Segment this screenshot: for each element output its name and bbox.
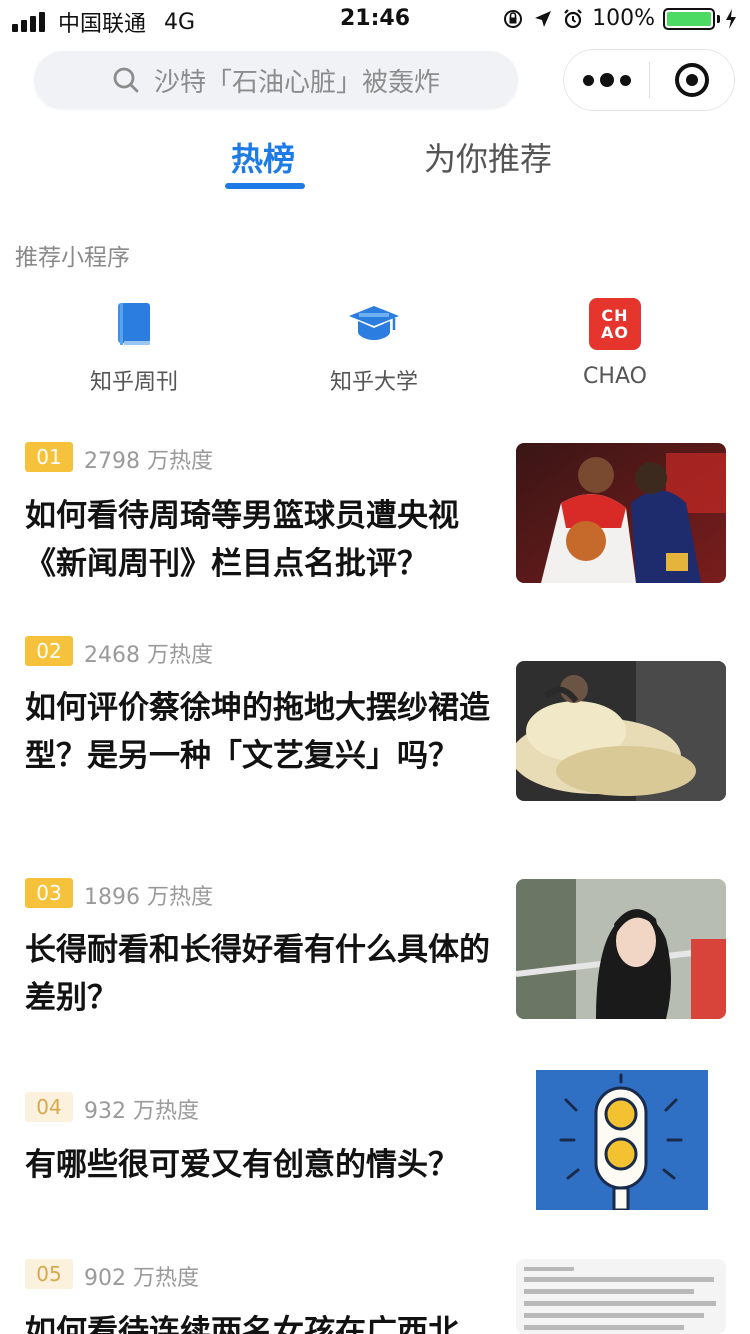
status-right: 100% <box>494 6 738 31</box>
heat-count: 1896 万热度 <box>84 885 213 910</box>
mini-program-chao[interactable]: CH AO CHAO <box>545 296 685 389</box>
heat-count: 902 万热度 <box>84 1266 199 1291</box>
rank-badge: 02 <box>25 636 73 666</box>
battery-tip <box>717 14 720 23</box>
location-arrow-icon <box>535 10 552 27</box>
search-icon <box>113 67 139 93</box>
portrait-photo <box>516 879 726 1019</box>
book-icon <box>118 303 150 345</box>
mini-program-label: 知乎周刊 <box>89 370 178 395</box>
search-bar[interactable]: 沙特「石油心脏」被轰炸 <box>34 51 518 109</box>
basketball-photo <box>516 443 726 583</box>
item-title: 如何看待周琦等男篮球员遭央视《新闻周刊》栏目点名批评？ <box>25 498 459 582</box>
mini-program-label: 知乎大学 <box>329 370 418 395</box>
heat-count: 2798 万热度 <box>84 449 213 474</box>
battery-percent: 100% <box>592 6 655 31</box>
chao-logo: CH AO <box>589 298 641 350</box>
mini-programs-title: 推荐小程序 <box>15 245 130 271</box>
more-dots-icon[interactable] <box>564 49 649 111</box>
charging-icon <box>726 8 736 29</box>
search-placeholder: 沙特「石油心脏」被轰炸 <box>154 67 441 98</box>
status-bar: 中国联通 4G 21:46 100% <box>0 0 750 42</box>
item-title: 如何评价蔡徐坤的拖地大摆纱裙造型？是另一种「文艺复兴」吗？ <box>25 690 490 774</box>
heat-count: 2468 万热度 <box>84 643 213 668</box>
orientation-lock-icon <box>504 9 523 28</box>
mini-program-zhihu-weekly[interactable]: 知乎周刊 <box>64 296 204 396</box>
battery-icon <box>663 7 715 30</box>
heat-count: 932 万热度 <box>84 1099 199 1124</box>
mini-program-capsule <box>563 49 735 111</box>
tab-hot-list[interactable]: 热榜 <box>231 134 295 180</box>
tab-active-indicator <box>225 183 305 189</box>
item-title: 如何看待连续两名女孩在广西北 <box>25 1314 459 1334</box>
news-screenshot <box>516 1259 726 1334</box>
battery-fill <box>667 11 711 26</box>
alarm-icon <box>564 8 582 28</box>
rank-badge: 04 <box>25 1092 73 1122</box>
mini-program-zhihu-university[interactable]: 知乎大学 <box>304 296 444 396</box>
rank-badge: 01 <box>25 442 73 472</box>
rank-badge: 05 <box>25 1259 73 1289</box>
tulle-dress-photo <box>516 661 726 801</box>
mini-program-label: CHAO <box>583 364 647 389</box>
rank-badge: 03 <box>25 878 73 908</box>
close-target-icon[interactable] <box>650 49 734 111</box>
traffic-light-illustration <box>516 1070 726 1210</box>
item-title: 有哪些很可爱又有创意的情头？ <box>25 1147 459 1183</box>
item-title: 长得耐看和长得好看有什么具体的差别？ <box>25 932 490 1016</box>
graduation-cap-icon <box>349 306 399 340</box>
tab-recommend[interactable]: 为你推荐 <box>424 134 552 180</box>
